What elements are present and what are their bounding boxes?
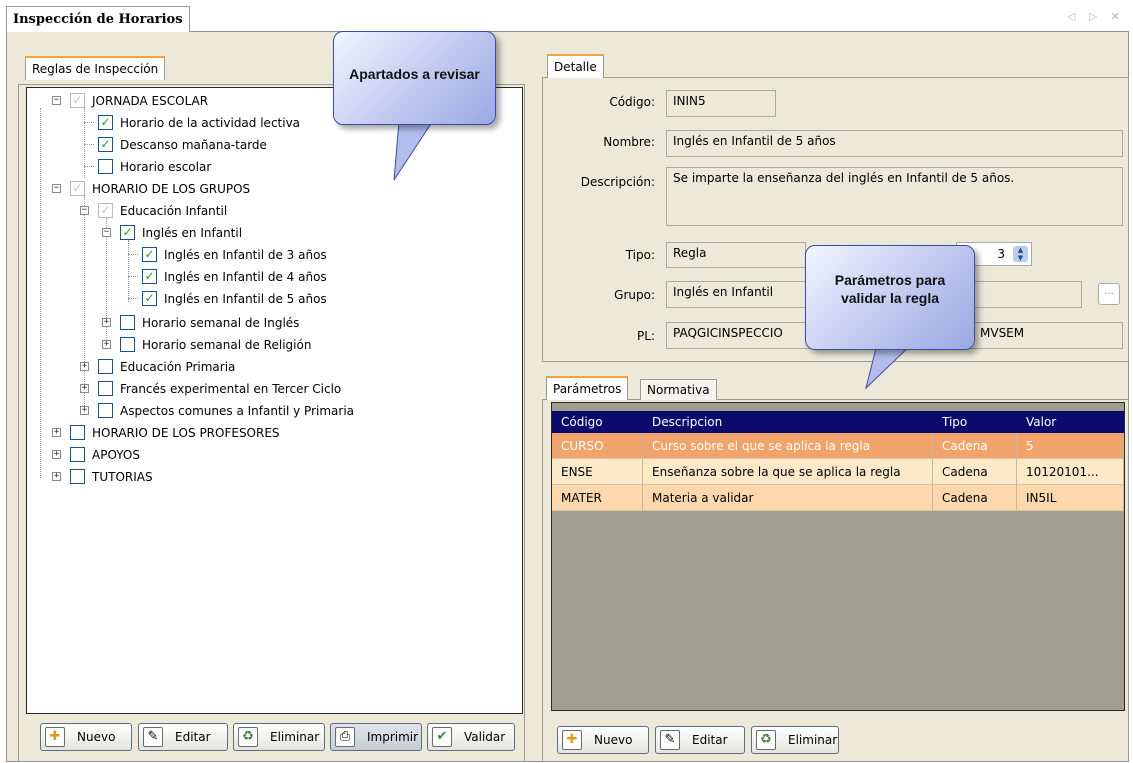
checkbox-unchecked[interactable]: ✓ [120,337,135,352]
checkbox-unchecked[interactable]: ✓ [98,359,113,374]
checkbox-partial[interactable]: ✓ [70,93,85,108]
collapse-icon[interactable]: − [80,206,89,215]
expand-icon[interactable]: + [80,362,89,371]
expand-icon[interactable]: + [52,428,61,437]
table-row-selected[interactable]: CURSO Curso sobre el que se aplica la re… [552,433,1124,459]
table-row[interactable]: ENSE Enseñanza sobre la que se aplica la… [552,459,1124,485]
new-rule-button[interactable]: ✚ Nuevo [40,723,132,751]
expand-icon[interactable]: + [52,472,61,481]
description-field[interactable]: Se imparte la enseñanza del inglés en In… [666,167,1123,226]
edit-rule-button[interactable]: ✎ Editar [138,723,228,751]
grid-header: Código Descripcion Tipo Valor [552,411,1124,433]
type-field[interactable]: Regla [666,242,806,268]
checkbox-unchecked[interactable]: ✓ [98,381,113,396]
name-label: Nombre: [603,135,655,149]
new-icon: ✚ [45,727,65,747]
collapse-icon[interactable]: − [52,96,61,105]
pl-value-left: PAQGICINSPECCIO [673,326,783,340]
collapse-icon[interactable]: − [102,228,111,237]
code-label: Código: [609,95,655,109]
code-field[interactable]: ININ5 [666,90,776,117]
group-lookup-button[interactable]: ... [1098,283,1120,305]
checkbox-unchecked[interactable]: ✓ [98,159,113,174]
delete-rule-button[interactable]: ♻ Eliminar [233,723,325,751]
checkbox-unchecked[interactable]: ✓ [120,315,135,330]
group-label: Grupo: [614,288,655,302]
printer-icon: ⎙ [335,727,355,747]
checkbox-unchecked[interactable]: ✓ [70,425,85,440]
new-icon: ✚ [562,730,582,750]
delete-param-button[interactable]: ♻ Eliminar [751,726,839,754]
delete-icon: ♻ [756,730,776,750]
checkbox-partial[interactable]: ✓ [70,181,85,196]
checkbox-partial[interactable]: ✓ [98,203,113,218]
checkbox-unchecked[interactable]: ✓ [70,447,85,462]
tab-normativa[interactable]: Normativa [640,379,717,400]
main-window-tab[interactable]: Inspección de Horarios [6,6,190,32]
validate-icon: ✔ [432,727,452,747]
checkbox-checked[interactable]: ✓ [98,115,113,130]
tab-nav-arrows[interactable]: ◁ ▷ ✕ [1067,10,1125,23]
callout-sections: Apartados a revisar [333,31,496,125]
name-field[interactable]: Inglés en Infantil de 5 años [666,130,1123,157]
expand-icon[interactable]: + [102,340,111,349]
expand-icon[interactable]: + [52,450,61,459]
params-grid[interactable]: Código Descripcion Tipo Valor CURSO Curs… [551,402,1125,711]
checkbox-unchecked[interactable]: ✓ [98,403,113,418]
callout-params: Parámetros para validar la regla [805,245,975,350]
checkbox-checked[interactable]: ✓ [142,247,157,262]
tab-parametros[interactable]: Parámetros [546,376,629,400]
delete-icon: ♻ [238,727,258,747]
expand-icon[interactable]: + [102,318,111,327]
table-row[interactable]: MATER Materia a validar Cadena IN5IL [552,485,1124,511]
column-header-type[interactable]: Tipo [933,411,1017,433]
checkbox-unchecked[interactable]: ✓ [70,469,85,484]
checkbox-checked[interactable]: ✓ [142,291,157,306]
edit-param-button[interactable]: ✎ Editar [655,726,745,754]
expand-icon[interactable]: + [80,384,89,393]
edit-icon: ✎ [143,727,163,747]
pl-value-right: MVSEM [980,326,1025,340]
pl-label: PL: [637,329,655,343]
expand-icon[interactable]: + [80,406,89,415]
checkbox-checked[interactable]: ✓ [98,137,113,152]
tab-reglas-inspeccion[interactable]: Reglas de Inspección [25,56,166,80]
validate-button[interactable]: ✔ Validar [427,723,515,751]
column-header-value[interactable]: Valor [1017,411,1124,433]
column-header-description[interactable]: Descripcion [643,411,933,433]
edit-icon: ✎ [660,730,680,750]
checkbox-checked[interactable]: ✓ [142,269,157,284]
print-button[interactable]: ⎙ Imprimir [330,723,422,751]
type-label: Tipo: [625,248,655,262]
new-param-button[interactable]: ✚ Nuevo [557,726,649,754]
tab-detalle[interactable]: Detalle [547,54,604,78]
collapse-icon[interactable]: − [52,184,61,193]
spinner-arrows-icon[interactable]: ▲ ▼ [1013,246,1028,262]
description-label: Descripción: [580,175,655,189]
checkbox-checked[interactable]: ✓ [120,225,135,240]
column-header-code[interactable]: Código [552,411,643,433]
